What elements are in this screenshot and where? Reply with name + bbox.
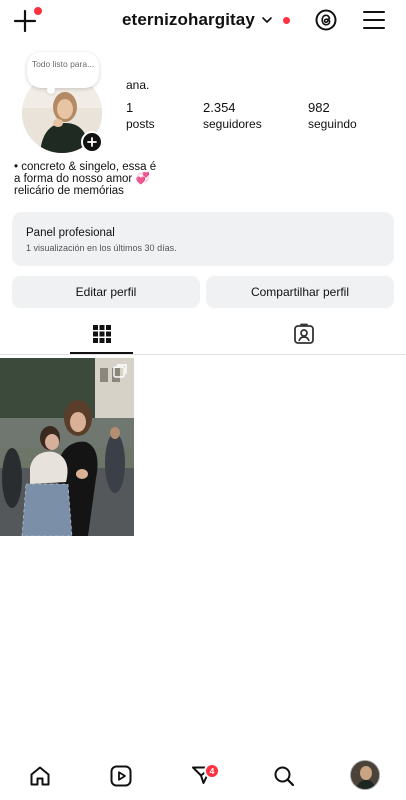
grid-icon — [92, 325, 111, 343]
posts-label: posts — [126, 117, 155, 131]
search-icon — [274, 766, 295, 787]
carousel-icon — [113, 364, 127, 378]
following-count: 982 — [308, 100, 330, 115]
divider — [0, 354, 406, 355]
display-name: ana. — [126, 78, 150, 92]
menu-button[interactable] — [362, 9, 386, 31]
post-photo — [0, 358, 134, 536]
posts-count: 1 — [126, 100, 134, 115]
share-profile-button[interactable]: Compartilhar perfil — [206, 276, 394, 308]
professional-dashboard[interactable]: Panel profesional 1 visualización en los… — [12, 212, 394, 266]
nav-home[interactable] — [26, 762, 54, 790]
followers-count: 2.354 — [203, 100, 236, 115]
messages-badge: 4 — [204, 763, 220, 779]
add-story-button[interactable] — [81, 131, 103, 153]
panel-subtitle: 1 visualización en los últimos 30 días. — [26, 243, 177, 253]
profile-avatar-icon — [351, 761, 379, 789]
tab-tagged[interactable] — [272, 314, 335, 354]
top-bar: eternizohargitay — [0, 0, 406, 42]
stat-followers[interactable]: 2.354 seguidores — [203, 100, 262, 131]
menu-icon — [363, 11, 385, 29]
stat-following[interactable]: 982 seguindo — [308, 100, 357, 131]
create-button[interactable] — [12, 7, 42, 34]
edit-profile-button[interactable]: Editar perfil — [12, 276, 200, 308]
plus-icon — [87, 137, 97, 147]
bio-line: a forma do nosso amor 💞 — [14, 173, 150, 185]
followers-label: seguidores — [203, 117, 262, 131]
nav-profile-avatar[interactable] — [350, 760, 380, 790]
tab-grid[interactable] — [70, 314, 133, 354]
account-notification-dot — [282, 16, 290, 24]
bio: • concreto & singelo, essa é a forma do … — [14, 161, 214, 197]
stat-posts[interactable]: 1 posts — [126, 100, 155, 131]
home-icon — [30, 766, 50, 786]
panel-title: Panel profesional — [26, 227, 115, 239]
post-thumbnail[interactable] — [0, 358, 134, 536]
bio-line: • concreto & singelo, essa é — [14, 161, 157, 173]
note-bubble[interactable]: Todo listo para... — [27, 52, 99, 94]
username: eternizohargitay — [122, 10, 255, 29]
account-switcher[interactable]: eternizohargitay — [122, 10, 290, 30]
bio-line: relicário de memórias — [14, 185, 124, 197]
chevron-down-icon — [262, 17, 272, 23]
nav-reels[interactable] — [107, 762, 135, 790]
note-text: Todo listo para... — [31, 59, 95, 69]
notification-dot — [34, 7, 42, 15]
bottom-nav: 4 — [0, 752, 406, 800]
nav-search[interactable] — [270, 762, 298, 790]
threads-button[interactable] — [314, 8, 338, 32]
tagged-icon — [293, 323, 314, 344]
reels-icon — [110, 765, 132, 787]
profile-tabs — [0, 314, 406, 356]
threads-icon — [315, 9, 337, 31]
following-label: seguindo — [308, 117, 357, 131]
